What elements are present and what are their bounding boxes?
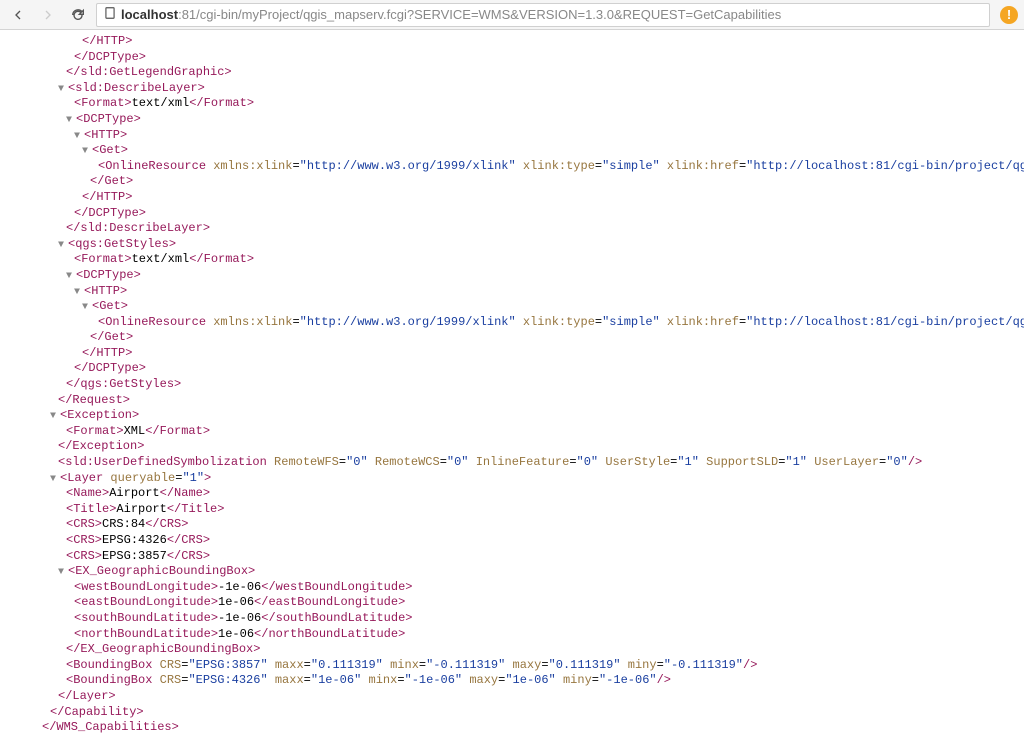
northbound-value: 1e-06 [218,627,254,641]
toggle-icon[interactable]: ▼ [74,130,84,143]
get-close: </Get> [90,174,133,188]
toggle-icon[interactable]: ▼ [82,145,92,158]
boundingbox-line: <BoundingBox CRS="EPSG:4326" maxx="1e-06… [6,673,1018,689]
onlineresource-line: <OnlineResource xmlns:xlink="http://www.… [6,159,1018,175]
northbound-close: </northBoundLatitude> [254,627,405,641]
alert-badge[interactable]: ! [1000,6,1018,24]
ex-bbox-close: </EX_GeographicBoundingBox> [66,642,260,656]
browser-toolbar: localhost:81/cgi-bin/myProject/qgis_maps… [0,0,1024,30]
exception-close: </Exception> [58,439,144,453]
dcptype-open: <DCPType> [76,268,141,282]
xml-content: </HTTP> </DCPType> </sld:GetLegendGraphi… [0,30,1024,746]
southbound-close: </southBoundLatitude> [261,611,412,625]
northbound-open: <northBoundLatitude> [74,627,218,641]
boundingbox-line: <BoundingBox CRS="EPSG:3857" maxx="0.111… [6,658,1018,674]
title-close: </Title> [167,502,225,516]
toggle-icon[interactable]: ▼ [66,270,76,283]
layer-close: </Layer> [58,689,116,703]
getlegendgraphic-close: </sld:GetLegendGraphic> [66,65,232,79]
dcptype-close: </DCPType> [74,206,146,220]
toggle-icon[interactable]: ▼ [50,473,60,486]
title-value: Airport [116,502,166,516]
url-text: localhost:81/cgi-bin/myProject/qgis_maps… [121,7,781,22]
format-value: text/xml [132,96,190,110]
crs-open: <CRS> [66,517,102,531]
http-open: <HTTP> [84,284,127,298]
wms-capabilities-close: </WMS_Capabilities> [42,720,179,734]
toggle-icon[interactable]: ▼ [58,566,68,579]
format-close: </Format> [145,424,210,438]
dcptype-open: <DCPType> [76,112,141,126]
describelayer-open: <sld:DescribeLayer> [68,81,205,95]
westbound-value: -1e-06 [218,580,261,594]
get-open: <Get> [92,143,128,157]
toggle-icon[interactable]: ▼ [74,286,84,299]
southbound-open: <southBoundLatitude> [74,611,218,625]
eastbound-open: <eastBoundLongitude> [74,595,218,609]
describelayer-close: </sld:DescribeLayer> [66,221,210,235]
format-open: <Format> [74,96,132,110]
format-open: <Format> [74,252,132,266]
southbound-value: -1e-06 [218,611,261,625]
ex-bbox-open: <EX_GeographicBoundingBox> [68,564,255,578]
name-open: <Name> [66,486,109,500]
onlineresource-line: <OnlineResource xmlns:xlink="http://www.… [6,315,1018,331]
westbound-open: <westBoundLongitude> [74,580,218,594]
getstyles-open: <qgs:GetStyles> [68,237,176,251]
page-icon [103,6,117,23]
getstyles-close: </qgs:GetStyles> [66,377,181,391]
get-open: <Get> [92,299,128,313]
crs-open: <CRS> [66,533,102,547]
crs-value: CRS:84 [102,517,145,531]
dcptype-close: </DCPType> [74,50,146,64]
crs-value: EPSG:4326 [102,533,167,547]
format-close: </Format> [189,96,254,110]
toggle-icon[interactable]: ▼ [58,83,68,96]
name-value: Airport [109,486,159,500]
dcptype-close: </DCPType> [74,361,146,375]
http-close: </HTTP> [82,34,132,48]
toggle-icon[interactable]: ▼ [66,114,76,127]
title-open: <Title> [66,502,116,516]
reload-button[interactable] [66,3,90,27]
format-value: XML [124,424,146,438]
toggle-icon[interactable]: ▼ [58,239,68,252]
url-bar[interactable]: localhost:81/cgi-bin/myProject/qgis_maps… [96,3,990,27]
format-close: </Format> [189,252,254,266]
eastbound-close: </eastBoundLongitude> [254,595,405,609]
toggle-icon[interactable]: ▼ [50,410,60,423]
layer-open: <Layer [60,471,110,485]
forward-button[interactable] [36,3,60,27]
userdefinedsymbolization-line: <sld:UserDefinedSymbolization RemoteWFS=… [6,455,1018,471]
crs-open: <CRS> [66,549,102,563]
capability-close: </Capability> [50,705,144,719]
toggle-icon[interactable]: ▼ [82,301,92,314]
get-close: </Get> [90,330,133,344]
back-button[interactable] [6,3,30,27]
crs-close: </CRS> [167,533,210,547]
exception-open: <Exception> [60,408,139,422]
http-open: <HTTP> [84,128,127,142]
http-close: </HTTP> [82,346,132,360]
crs-value: EPSG:3857 [102,549,167,563]
http-close: </HTTP> [82,190,132,204]
name-close: </Name> [160,486,210,500]
eastbound-value: 1e-06 [218,595,254,609]
request-close: </Request> [58,393,130,407]
crs-close: </CRS> [167,549,210,563]
format-open: <Format> [66,424,124,438]
format-value: text/xml [132,252,190,266]
crs-close: </CRS> [145,517,188,531]
westbound-close: </westBoundLongitude> [261,580,412,594]
